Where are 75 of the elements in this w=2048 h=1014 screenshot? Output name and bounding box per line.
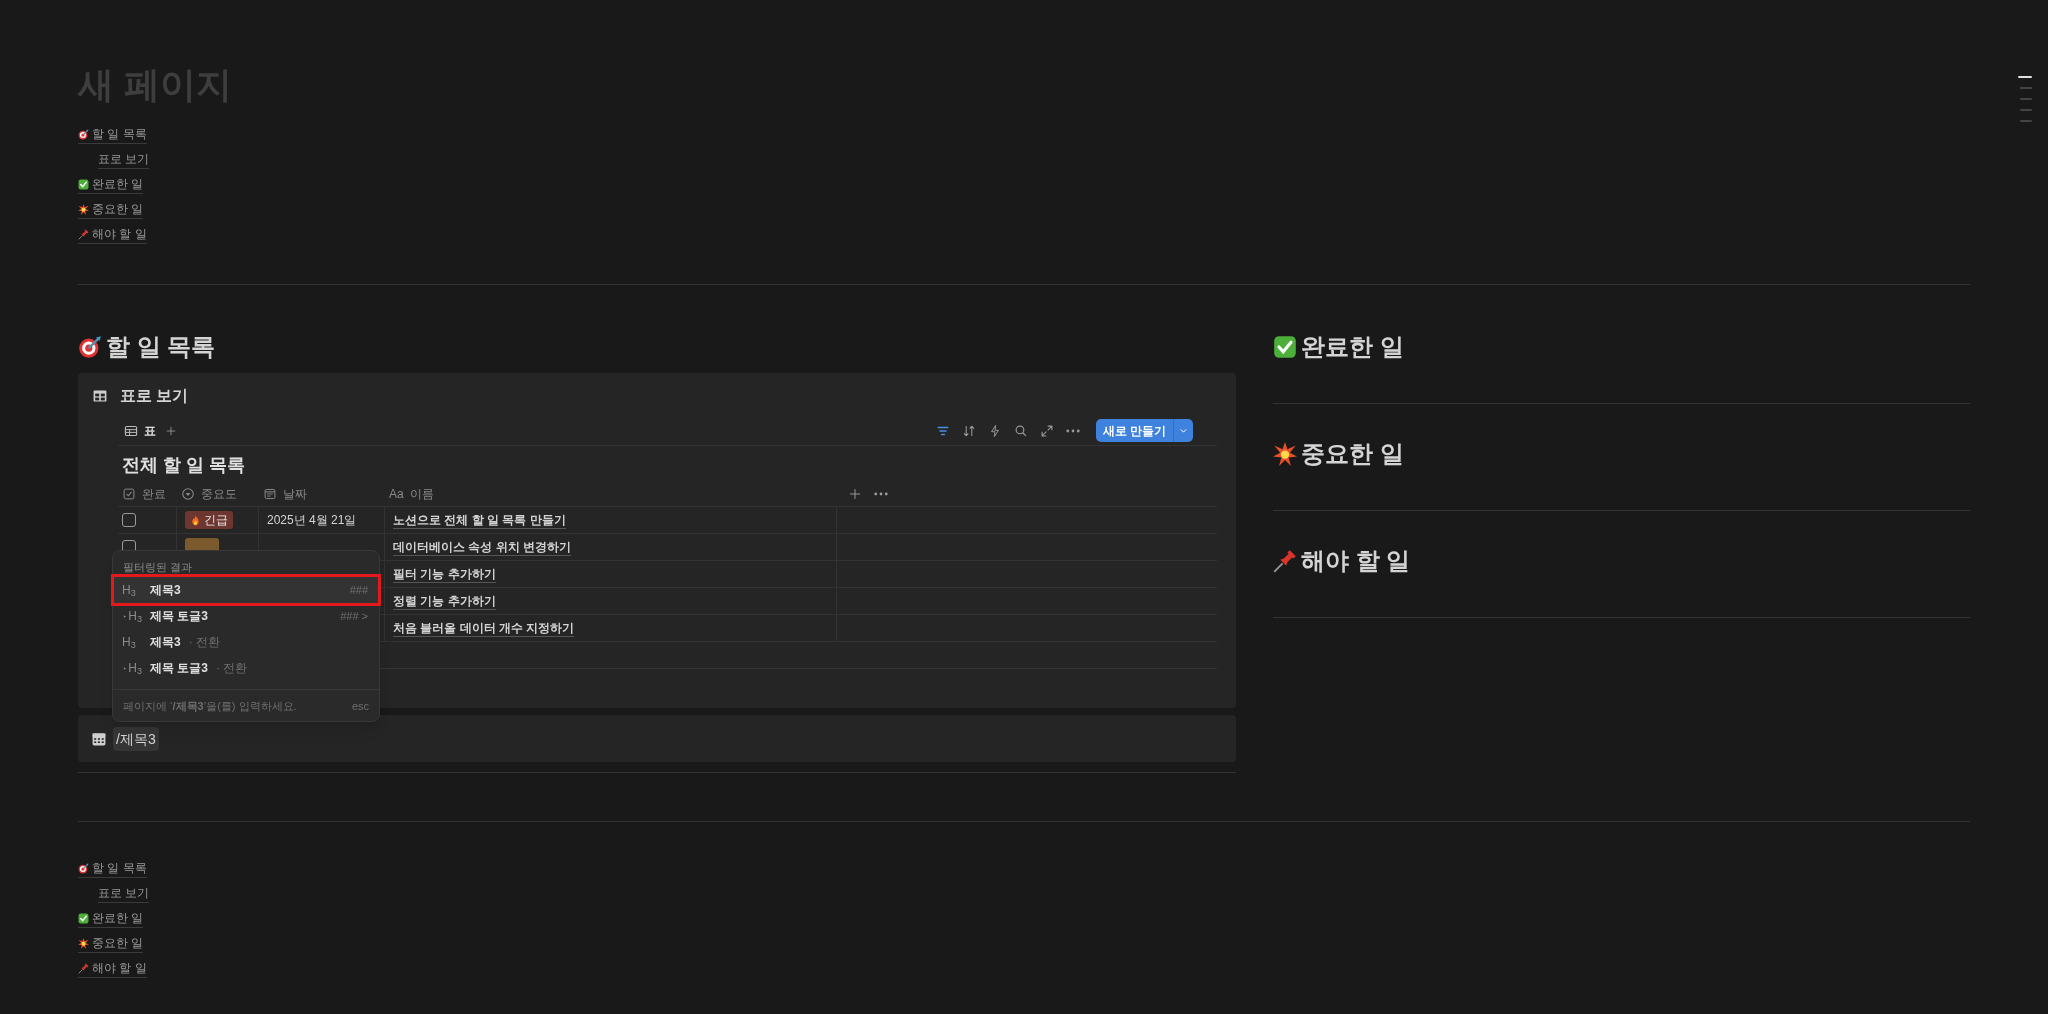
checkbox-icon: [122, 487, 136, 501]
section-heading: 해야 할 일: [1301, 546, 1411, 576]
menu-item-hint: · 전환: [216, 660, 248, 677]
heading-icon: H$_{3}$: [122, 607, 142, 625]
view-tab[interactable]: 표: [124, 421, 156, 440]
target-icon: [78, 129, 89, 140]
column-type-label: Aa: [389, 486, 404, 503]
toc-link[interactable]: 표로 보기: [98, 151, 150, 169]
date-cell-text: 2025년 4월 21일: [267, 512, 357, 529]
pushpin-icon: [78, 963, 89, 974]
menu-item-text: 제목3: [150, 634, 181, 651]
burst-icon: [78, 938, 89, 949]
expand-icon: [1039, 423, 1054, 438]
menu-item[interactable]: H$_{3}$ 제목 토글3 ### >: [114, 603, 378, 629]
menu-item-text: 제목 토글3: [150, 608, 208, 625]
checkmark-icon: [1273, 335, 1297, 359]
calendar-icon: [263, 487, 277, 501]
shortcut-text: ###: [349, 582, 368, 598]
burst-icon: [1273, 442, 1297, 466]
target-icon: [78, 863, 89, 874]
row-title-link[interactable]: 필터 기능 추가하기: [393, 565, 496, 583]
target-icon: [78, 335, 102, 359]
table-title: 전체 할 일 목록: [121, 454, 246, 477]
toc-link[interactable]: 할 일 목록: [78, 126, 147, 144]
shortcut-text: ### >: [340, 608, 368, 624]
section-heading: 중요한 일: [1301, 439, 1404, 469]
menu-item[interactable]: H$_{3}$ 제목3 ###: [114, 577, 378, 603]
more-icon: [874, 492, 888, 496]
database-title: 표로 보기: [120, 386, 189, 406]
search-icon: [1013, 423, 1028, 438]
sort-icon: [961, 423, 976, 438]
column-header[interactable]: 날짜: [283, 485, 307, 503]
menu-item[interactable]: H$_{3}$ 제목 토글3 · 전환: [114, 655, 378, 681]
menu-item[interactable]: H$_{3}$ 제목3 · 전환: [114, 629, 378, 655]
toc-link[interactable]: 완료한 일: [78, 910, 144, 928]
checkbox[interactable]: [122, 513, 136, 527]
burst-icon: [78, 204, 89, 215]
toc-link[interactable]: 표로 보기: [98, 885, 150, 903]
toc-link[interactable]: 완료한 일: [78, 176, 144, 194]
column-header[interactable]: 이름: [409, 485, 434, 503]
add-icon: [848, 487, 862, 501]
row-title-link[interactable]: 정렬 기능 추가하기: [393, 592, 496, 610]
toc-link[interactable]: 해야 할 일: [78, 960, 147, 978]
heading-icon: H$_{3}$: [122, 633, 142, 651]
toc-link[interactable]: 할 일 목록: [78, 860, 147, 878]
menu-footer-text: 페이지에 ‘/제목3’을(를) 입력하세요.: [123, 698, 297, 714]
dropdown-icon: [181, 487, 195, 501]
pushpin-icon: [1273, 549, 1297, 573]
menu-item-text: 제목3: [150, 582, 181, 599]
menu-item-hint: · 전환: [188, 634, 221, 651]
heading-icon: H$_{3}$: [122, 659, 142, 677]
column-header[interactable]: 완료: [142, 485, 166, 503]
calendar-icon: [91, 730, 107, 747]
toc-link[interactable]: 중요한 일: [78, 201, 144, 219]
section-heading: 할 일 목록: [106, 332, 216, 362]
row-title-link[interactable]: 노션으로 전체 할 일 목록 만들기: [393, 511, 566, 529]
priority-tag: 긴급: [185, 511, 233, 529]
key-hint: esc: [351, 698, 369, 714]
checkmark-icon: [78, 179, 89, 190]
column-header[interactable]: 중요도: [201, 485, 237, 503]
heading-icon: H$_{3}$: [122, 581, 142, 599]
checkmark-icon: [78, 913, 89, 924]
flame-icon: [190, 514, 201, 526]
menu-label: 필터링된 결과: [122, 560, 194, 575]
menu-item-text: 제목 토글3: [150, 660, 208, 677]
more-icon: [1065, 428, 1080, 433]
section-heading: 완료한 일: [1301, 332, 1404, 362]
toc-link[interactable]: 해야 할 일: [78, 226, 147, 244]
row-title-link[interactable]: 처음 불러올 데이터 개수 지정하기: [393, 619, 575, 637]
row-title-link[interactable]: 데이터베이스 속성 위치 변경하기: [393, 538, 571, 556]
table-icon: [92, 388, 108, 404]
toc-link[interactable]: 중요한 일: [78, 935, 144, 953]
table-icon: [124, 423, 138, 438]
pushpin-icon: [78, 229, 89, 240]
typed-command: /제목3: [113, 726, 159, 751]
